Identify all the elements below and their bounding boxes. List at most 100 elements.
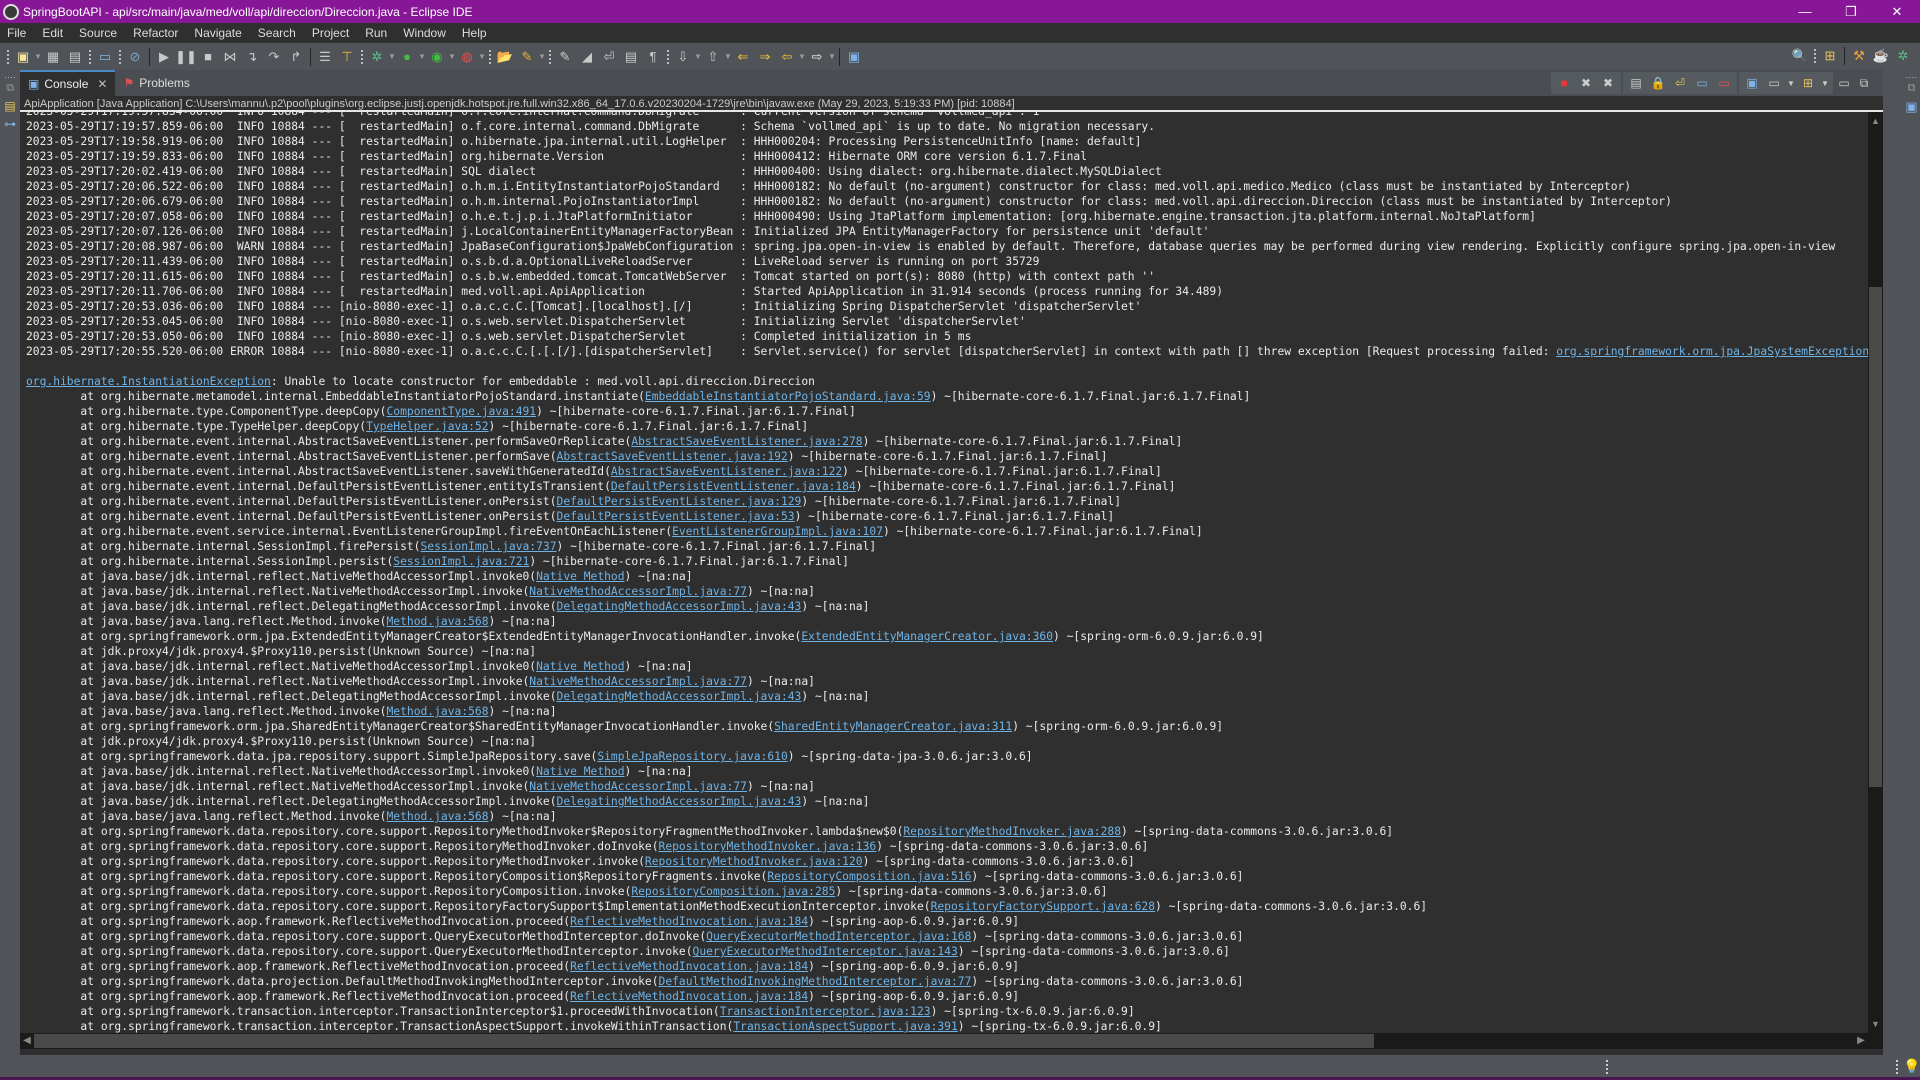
stack-trace-link[interactable]: SessionImpl.java:721 (393, 555, 529, 568)
save-all-icon[interactable]: ▤ (66, 48, 84, 66)
open-console-icon[interactable]: ⊞ (1799, 74, 1817, 92)
stack-trace-link[interactable]: TransactionInterceptor.java:123 (720, 1005, 931, 1018)
toggle-edit-icon[interactable]: ◢ (578, 48, 596, 66)
step-return-icon[interactable]: ↱ (287, 48, 305, 66)
stack-trace-link[interactable]: org.springframework.orm.jpa.JpaSystemExc… (1556, 345, 1869, 358)
open-type-icon[interactable]: 📂 (496, 48, 514, 66)
external-tools-dropdown-icon[interactable]: ▼ (478, 48, 486, 66)
menu-run[interactable]: Run (358, 26, 396, 40)
stack-trace-link[interactable]: RepositoryMethodInvoker.java:136 (659, 840, 877, 853)
stack-trace-link[interactable]: DefaultPersistEventListener.java:129 (557, 495, 802, 508)
show-on-stderr-icon[interactable]: ▭ (1715, 74, 1733, 92)
show-on-stdout-icon[interactable]: ▭ (1693, 74, 1711, 92)
stack-trace-link[interactable]: RepositoryFactorySupport.java:628 (931, 900, 1155, 913)
stack-trace-link[interactable]: Method.java:568 (386, 705, 488, 718)
stack-trace-link[interactable]: NativeMethodAccessorImpl.java:77 (529, 675, 747, 688)
remove-all-terminated-icon[interactable]: ✖ (1599, 74, 1617, 92)
stack-trace-link[interactable]: SimpleJpaRepository.java:610 (597, 750, 787, 763)
open-perspective-icon[interactable]: ⊞ (1821, 47, 1839, 65)
stack-trace-link[interactable]: ReflectiveMethodInvocation.java:184 (570, 960, 808, 973)
stack-trace-link[interactable]: ComponentType.java:491 (386, 405, 536, 418)
menu-help[interactable]: Help (455, 26, 496, 40)
stack-trace-link[interactable]: DelegatingMethodAccessorImpl.java:43 (557, 690, 802, 703)
minimize-view-icon[interactable]: ▭ (1835, 74, 1853, 92)
resume-icon[interactable]: ▶ (155, 48, 173, 66)
stack-trace-link[interactable]: DelegatingMethodAccessorImpl.java:43 (557, 795, 802, 808)
vertical-scrollbar[interactable]: ▲ ▼ (1868, 112, 1883, 1033)
step-over-icon[interactable]: ↷ (265, 48, 283, 66)
toolbar-grip[interactable] (1814, 49, 1816, 63)
toolbar-grip[interactable] (89, 49, 91, 64)
stack-trace-link[interactable]: QueryExecutorMethodInterceptor.java:143 (693, 945, 958, 958)
maximize-view-icon[interactable]: ⧉ (1855, 74, 1873, 92)
show-whitespace-icon[interactable]: ¶ (644, 48, 662, 66)
stack-trace-link[interactable]: ReflectiveMethodInvocation.java:184 (570, 990, 808, 1003)
stack-trace-link[interactable]: RepositoryComposition.java:516 (767, 870, 971, 883)
toolbar-grip[interactable] (361, 49, 363, 64)
clear-console-icon[interactable]: ▤ (1627, 74, 1645, 92)
status-grip[interactable] (1896, 1060, 1898, 1074)
stack-trace-link[interactable]: EmbeddableInstantiatorPojoStandard.java:… (645, 390, 931, 403)
stack-trace-link[interactable]: Native Method (536, 570, 624, 583)
status-grip[interactable] (1606, 1060, 1608, 1074)
menu-search[interactable]: Search (251, 26, 305, 40)
menu-navigate[interactable]: Navigate (187, 26, 250, 40)
trim-grip-icon[interactable]: ···· (1903, 72, 1920, 82)
stack-trace-link[interactable]: TypeHelper.java:52 (366, 420, 488, 433)
stack-trace-link[interactable]: DelegatingMethodAccessorImpl.java:43 (557, 600, 802, 613)
run-dropdown-icon[interactable]: ▼ (418, 48, 426, 66)
vertical-scroll-thumb[interactable] (1869, 287, 1882, 787)
display-selected-console-icon[interactable]: ▭ (1765, 74, 1783, 92)
new-dropdown-icon[interactable]: ▼ (34, 48, 42, 66)
trim-grip-icon[interactable]: ···· (0, 72, 20, 82)
stack-trace-link[interactable]: EventListenerGroupImpl.java:107 (672, 525, 883, 538)
close-window-button[interactable]: ✕ (1874, 0, 1920, 23)
stack-trace-link[interactable]: org.hibernate.InstantiationException (26, 375, 271, 388)
debug-icon[interactable]: ✲ (368, 48, 386, 66)
menu-edit[interactable]: Edit (35, 26, 72, 40)
pin-console-icon[interactable]: ▣ (1743, 74, 1761, 92)
stack-trace-link[interactable]: SharedEntityManagerCreator.java:311 (774, 720, 1012, 733)
suspend-icon[interactable]: ❚❚ (175, 48, 197, 66)
stack-trace-link[interactable]: DefaultMethodInvokingMethodInterceptor.j… (659, 975, 972, 988)
stack-trace-link[interactable]: Native Method (536, 660, 624, 673)
new-file-icon[interactable]: ▣ (14, 48, 32, 66)
debug-perspective-icon[interactable]: ✲ (1894, 47, 1912, 65)
menu-source[interactable]: Source (72, 26, 126, 40)
previous-annotation-dropdown-icon[interactable]: ▼ (724, 48, 732, 66)
console-output[interactable]: 2023-05-29T17:19:57.834-06:00 INFO 10884… (20, 112, 1883, 1033)
toolbar-grip[interactable] (667, 49, 669, 64)
stack-trace-link[interactable]: AbstractSaveEventListener.java:122 (611, 465, 842, 478)
stack-trace-link[interactable]: SessionImpl.java:737 (420, 540, 556, 553)
tip-lightbulb-icon[interactable]: 💡 (1903, 1058, 1920, 1075)
horizontal-scroll-thumb[interactable] (34, 1034, 1374, 1048)
stack-trace-link[interactable]: DefaultPersistEventListener.java:184 (611, 480, 856, 493)
next-edit-location-icon[interactable]: ⇒ (756, 48, 774, 66)
open-console-icon[interactable]: ▭ (96, 48, 114, 66)
stack-trace-link[interactable]: QueryExecutorMethodInterceptor.java:168 (706, 930, 971, 943)
menu-project[interactable]: Project (305, 26, 358, 40)
previous-annotation-icon[interactable]: ⇧ (704, 48, 722, 66)
remove-launch-icon[interactable]: ✖ (1577, 74, 1595, 92)
back-icon[interactable]: ⇦ (778, 48, 796, 66)
restore-icon[interactable]: ⧉ (0, 82, 20, 95)
stack-trace-link[interactable]: RepositoryComposition.java:285 (631, 885, 835, 898)
stack-trace-link[interactable]: Method.java:568 (386, 615, 488, 628)
outline-icon[interactable]: ⊶ (0, 117, 20, 131)
display-console-dropdown-icon[interactable]: ▼ (1787, 74, 1795, 92)
scroll-left-icon[interactable]: ◀ (20, 1033, 34, 1049)
step-into-icon[interactable]: ↴ (243, 48, 261, 66)
open-console-dropdown-icon[interactable]: ▼ (1821, 74, 1829, 92)
task-list-icon[interactable]: ▣ (1903, 99, 1920, 115)
use-step-filters-icon[interactable]: ⊤ (338, 48, 356, 66)
minimize-button[interactable]: — (1782, 0, 1828, 23)
stack-trace-link[interactable]: TransactionAspectSupport.java:391 (733, 1020, 957, 1033)
stack-trace-link[interactable]: DefaultPersistEventListener.java:53 (557, 510, 795, 523)
stack-trace-link[interactable]: Native Method (536, 765, 624, 778)
toolbar-grip[interactable] (549, 49, 551, 64)
menu-window[interactable]: Window (396, 26, 455, 40)
stack-trace-link[interactable]: ReflectiveMethodInvocation.java:184 (570, 915, 808, 928)
package-explorer-icon[interactable]: ▤ (0, 99, 20, 113)
stack-trace-link[interactable]: NativeMethodAccessorImpl.java:77 (529, 585, 747, 598)
toolbar-grip[interactable] (7, 49, 9, 64)
